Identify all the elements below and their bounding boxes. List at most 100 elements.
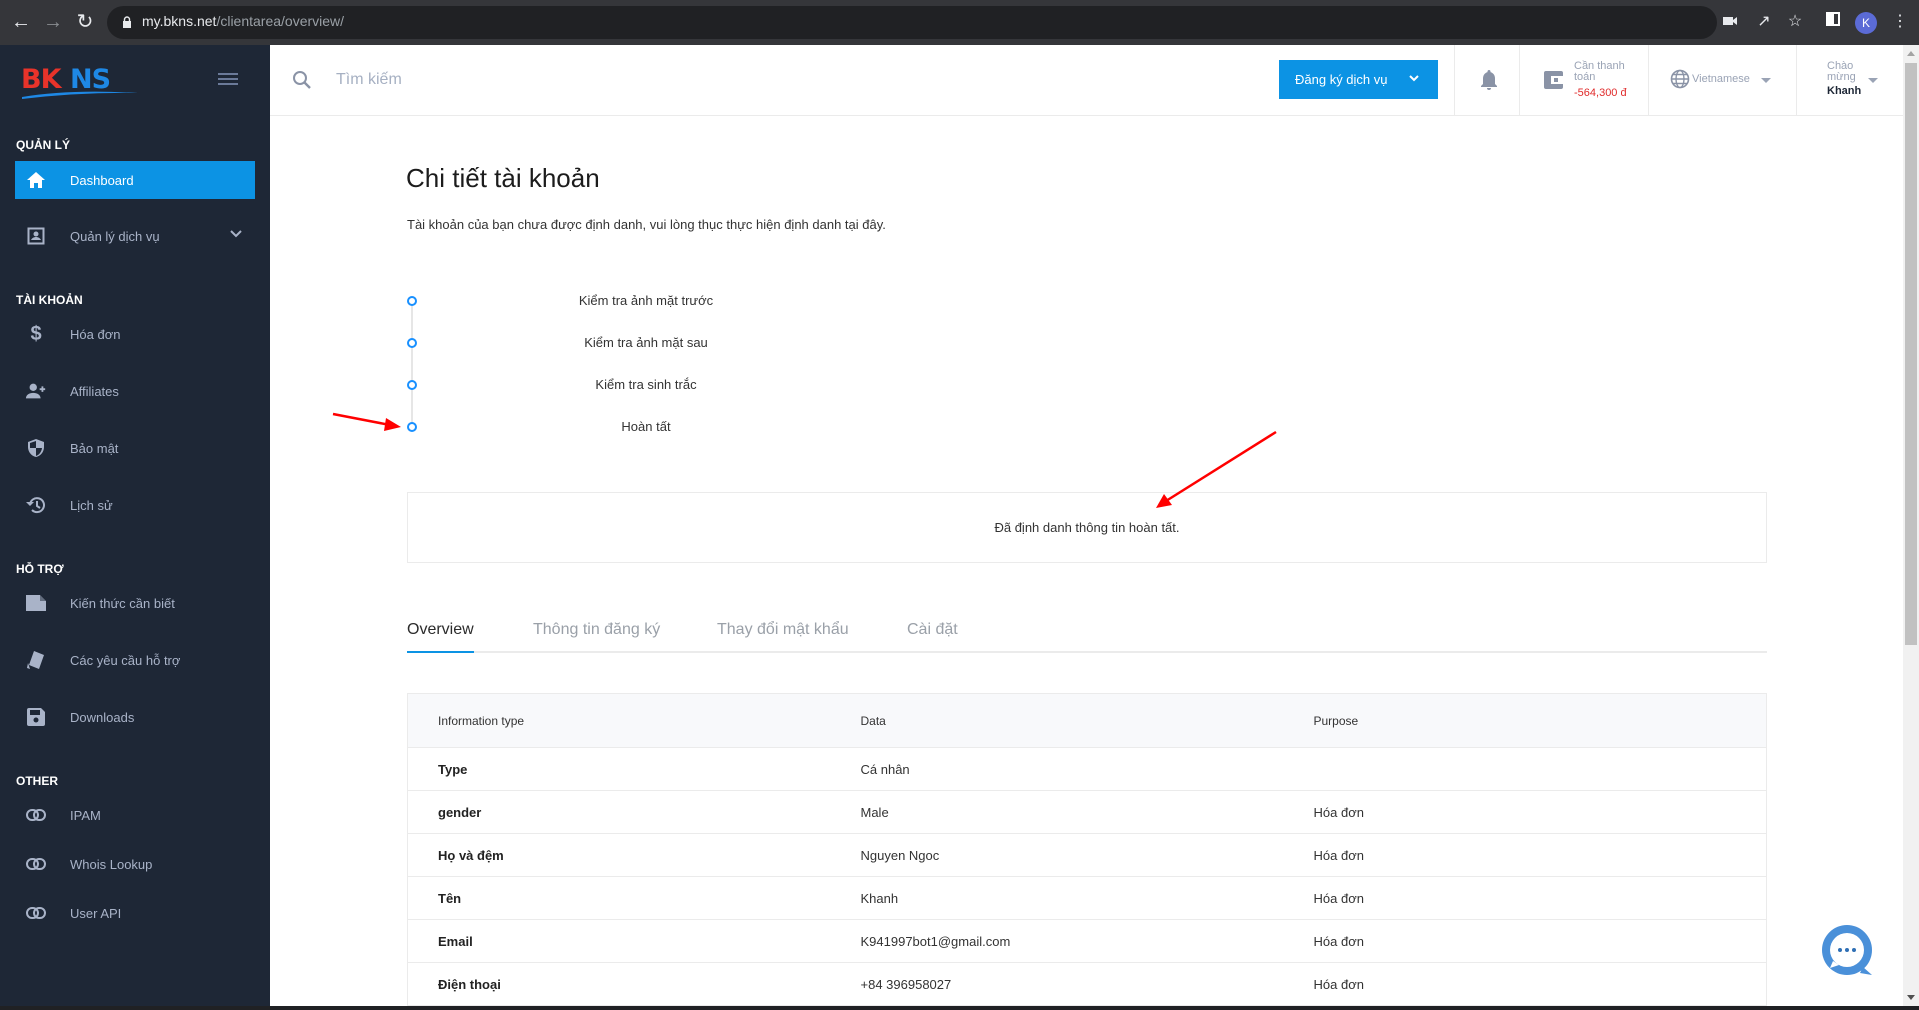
- step-dot: [407, 338, 417, 348]
- link-icon: [25, 804, 47, 826]
- account-tabs: Overview Thông tin đăng ký Thay đổi mật …: [407, 618, 1767, 653]
- save-icon: [25, 706, 47, 728]
- chevron-down-icon[interactable]: [229, 229, 243, 238]
- url-text[interactable]: my.bkns.net/clientarea/overview/: [142, 13, 344, 29]
- more-menu-icon[interactable]: ⋮: [1890, 12, 1910, 32]
- sidebar-item-knowledgebase[interactable]: Kiến thức cần biết: [15, 584, 255, 622]
- sidebar-item-support-tickets[interactable]: Các yêu cầu hỗ trợ: [15, 641, 255, 679]
- tab-change-password[interactable]: Thay đổi mật khẩu: [717, 621, 849, 653]
- scrollbar-thumb[interactable]: [1905, 63, 1917, 645]
- verification-notice: Đã định danh thông tin hoàn tất.: [407, 492, 1767, 563]
- chevron-down-icon: [1409, 75, 1419, 82]
- sidebar: BK NS QUẢN LÝ Dashboard Quản lý dịch vụ …: [0, 45, 270, 1010]
- sidebar-item-whois-lookup[interactable]: Whois Lookup: [15, 845, 255, 883]
- step-label: Kiểm tra sinh trắc: [595, 377, 697, 392]
- search-input[interactable]: [336, 67, 836, 93]
- sidebar-item-label: Dashboard: [70, 172, 134, 188]
- step-dot: [407, 380, 417, 390]
- purpose-cell: Hóa đơn: [1313, 962, 1767, 1006]
- forward-icon[interactable]: →: [42, 11, 64, 33]
- data-cell: Nguyen Ngoc: [860, 833, 1314, 877]
- register-service-button[interactable]: Đăng ký dịch vụ: [1279, 60, 1438, 99]
- globe-icon[interactable]: [1670, 69, 1690, 89]
- lock-icon: [123, 16, 131, 28]
- info-type-cell: Email: [407, 919, 861, 963]
- header-divider: [1454, 45, 1455, 116]
- column-header: Data: [860, 693, 1314, 748]
- header-divider: [1796, 45, 1797, 116]
- header-divider: [1648, 45, 1649, 116]
- steps-connector: [411, 301, 413, 427]
- purpose-cell: Hóa đơn: [1313, 790, 1767, 834]
- tab-overview[interactable]: Overview: [407, 621, 474, 653]
- sidebar-item-label: User API: [70, 905, 122, 921]
- table-row: Tên Khanh Hóa đơn: [407, 876, 1767, 920]
- tab-registration-info[interactable]: Thông tin đăng ký: [533, 621, 660, 653]
- sidebar-item-downloads[interactable]: Downloads: [15, 698, 255, 736]
- sidebar-item-dashboard[interactable]: Dashboard: [15, 161, 255, 199]
- tab-settings[interactable]: Cài đặt: [907, 621, 958, 653]
- table-row: Type Cá nhân: [407, 747, 1767, 791]
- language-caret-icon[interactable]: [1761, 78, 1771, 83]
- step-dot: [407, 422, 417, 432]
- verification-notice-text: Đã định danh thông tin hoàn tất.: [994, 520, 1180, 535]
- annotation-arrow: [332, 412, 401, 431]
- account-info-table: Information type Data Purpose Type Cá nh…: [407, 693, 1767, 1006]
- user-menu-caret-icon[interactable]: [1868, 78, 1878, 83]
- table-row: Điện thoại +84 396958027 Hóa đơn: [407, 962, 1767, 1006]
- back-icon[interactable]: ←: [10, 11, 32, 33]
- sidebar-item-label: Bảo mật: [70, 440, 119, 456]
- table-header-row: Information type Data Purpose: [407, 693, 1767, 748]
- purpose-cell: Hóa đơn: [1313, 833, 1767, 877]
- svg-text:BK: BK: [21, 64, 63, 95]
- register-service-label: Đăng ký dịch vụ: [1295, 72, 1388, 87]
- page-scrollbar[interactable]: [1903, 45, 1919, 1010]
- sidebar-item-label: Downloads: [70, 709, 135, 725]
- shield-icon: [25, 437, 47, 459]
- address-bar[interactable]: [107, 6, 1717, 39]
- page-subtitle: Tài khoản của bạn chưa được định danh, v…: [407, 217, 886, 232]
- sidebar-item-label: Lịch sử: [70, 497, 113, 513]
- sidebar-item-invoices[interactable]: $ Hóa đơn: [15, 315, 255, 353]
- sidebar-item-ipam[interactable]: IPAM: [15, 796, 255, 834]
- chat-widget-icon[interactable]: [1819, 923, 1875, 979]
- bookmark-star-icon[interactable]: ☆: [1785, 12, 1805, 32]
- sidebar-item-label: Quản lý dịch vụ: [70, 228, 160, 244]
- home-icon: [25, 169, 47, 191]
- step-dot: [407, 296, 417, 306]
- share-icon[interactable]: ↗: [1754, 12, 1774, 32]
- add-user-icon: [25, 380, 47, 402]
- section-title-support: HỖ TRỢ: [16, 562, 64, 576]
- greeting-label: Chào mừng: [1827, 60, 1856, 83]
- scroll-up-icon[interactable]: [1907, 51, 1915, 56]
- search-icon[interactable]: [292, 70, 312, 90]
- sidebar-item-user-api[interactable]: User API: [15, 894, 255, 932]
- link-icon: [25, 902, 47, 924]
- language-selector[interactable]: Vietnamese: [1692, 73, 1750, 85]
- profile-avatar[interactable]: K: [1855, 12, 1877, 34]
- info-type-cell: gender: [407, 790, 861, 834]
- menu-toggle-icon[interactable]: [218, 73, 238, 87]
- sidebar-item-service-management[interactable]: Quản lý dịch vụ: [15, 217, 255, 255]
- camera-icon[interactable]: [1720, 12, 1740, 32]
- step-label: Hoàn tất: [621, 419, 671, 434]
- sidebar-item-label: Kiến thức cần biết: [70, 595, 175, 611]
- notification-bell-icon[interactable]: [1480, 69, 1498, 91]
- url-host: my.bkns.net: [142, 13, 217, 29]
- sidebar-item-affiliates[interactable]: Affiliates: [15, 372, 255, 410]
- sidebar-item-label: Whois Lookup: [70, 856, 153, 872]
- ticket-icon: [25, 649, 47, 671]
- bkns-logo[interactable]: BK NS: [20, 63, 140, 99]
- table-row: Họ và đệm Nguyen Ngoc Hóa đơn: [407, 833, 1767, 877]
- info-type-cell: Điện thoại: [407, 962, 861, 1006]
- data-cell: Male: [860, 790, 1314, 834]
- info-type-cell: Type: [407, 747, 861, 791]
- sidebar-item-history[interactable]: Lịch sử: [15, 486, 255, 524]
- reload-icon[interactable]: ↻: [74, 11, 96, 33]
- user-name[interactable]: Khanh: [1827, 85, 1861, 97]
- data-cell: +84 396958027: [860, 962, 1314, 1006]
- scroll-down-icon[interactable]: [1907, 995, 1915, 1000]
- sidebar-item-security[interactable]: Bảo mật: [15, 429, 255, 467]
- side-panel-icon[interactable]: [1823, 12, 1843, 32]
- sidebar-item-label: Các yêu cầu hỗ trợ: [70, 652, 181, 668]
